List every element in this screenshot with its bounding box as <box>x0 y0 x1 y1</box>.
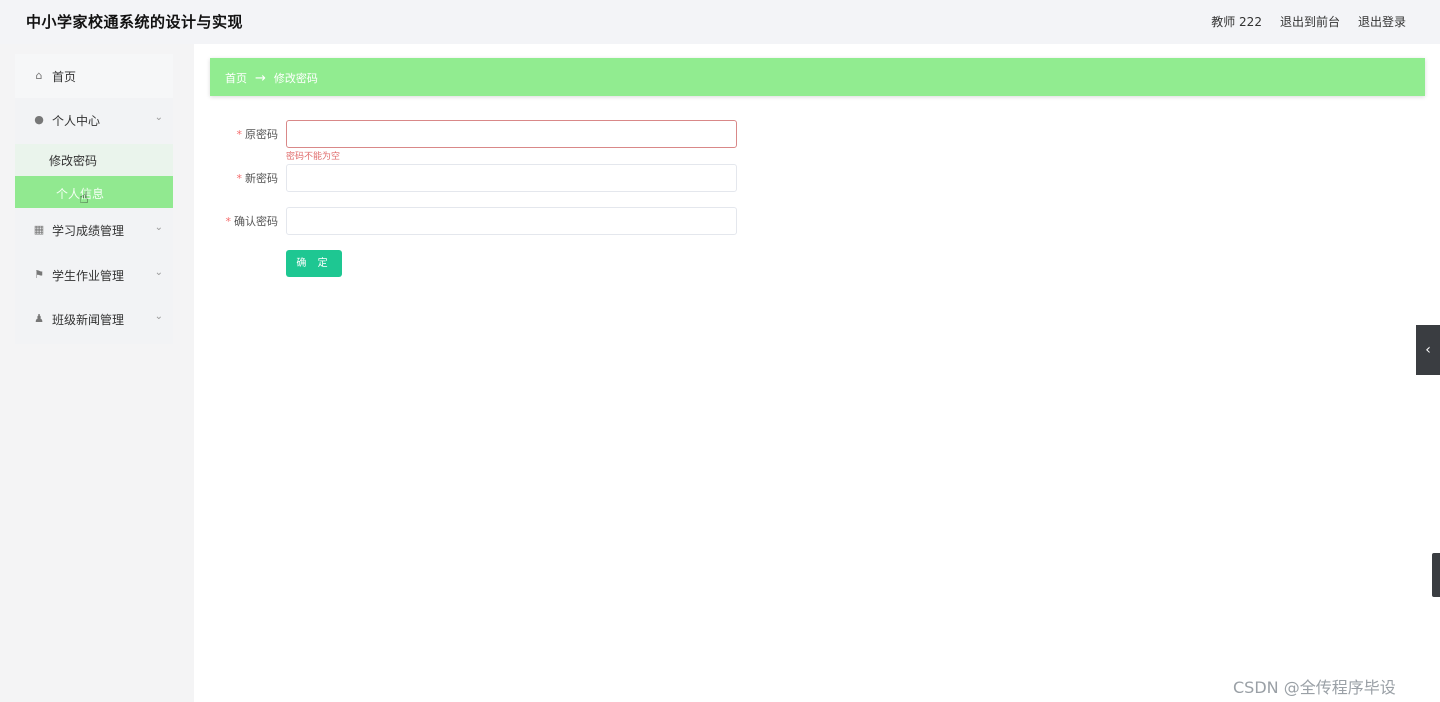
top-right-links: 教师 222 退出到前台 退出登录 <box>1211 13 1406 30</box>
home-icon: ⌂ <box>35 69 43 82</box>
flag-icon: ⚑ <box>34 268 44 281</box>
old-password-label-text: 原密码 <box>245 128 278 141</box>
user-icon: ● <box>34 113 44 126</box>
old-password-row: * 原密码 <box>194 120 279 148</box>
new-password-label: * 新密码 <box>237 170 279 186</box>
person-icon: ♟ <box>34 312 44 325</box>
sidebar-item-label: 个人中心 <box>52 114 101 128</box>
breadcrumb-home[interactable]: 首页 <box>225 70 247 86</box>
breadcrumb: 首页 → 修改密码 <box>210 58 1425 96</box>
breadcrumb-trail: 首页 → 修改密码 <box>225 70 318 86</box>
chevron-down-icon: ⌄ <box>154 311 163 322</box>
confirm-password-field[interactable] <box>286 207 737 235</box>
top-bar: 中小学家校通系统的设计与实现 教师 222 退出到前台 退出登录 <box>0 0 1440 44</box>
sidebar-item-grade-mgmt[interactable]: ▦ 学习成绩管理 ⌄ <box>15 208 173 252</box>
new-password-field[interactable] <box>286 164 737 192</box>
confirm-password-row: * 确认密码 <box>194 207 279 235</box>
watermark: CSDN @全传程序毕设 <box>1233 678 1396 697</box>
hand-cursor-icon: ☝ <box>79 188 89 207</box>
chevron-down-icon: ⌄ <box>154 112 163 123</box>
main-content: 首页 → 修改密码 * 原密码 密码不能为空 * 新密码 * 确认密码 确 定 <box>194 44 1440 702</box>
confirm-password-label-text: 确认密码 <box>234 215 278 228</box>
new-password-row: * 新密码 <box>194 164 279 192</box>
breadcrumb-current: 修改密码 <box>273 72 318 85</box>
side-tool-handle[interactable] <box>1432 553 1440 597</box>
sidebar-item-homework-mgmt[interactable]: ⚑ 学生作业管理 ⌄ <box>15 253 173 297</box>
required-mark: * <box>236 172 243 185</box>
required-mark: * <box>225 215 232 228</box>
sidebar: ⌂ 首页 ● 个人中心 ⌄ 修改密码 个人信息 ☝ ▦ 学习成绩管理 ⌄ ⚑ 学… <box>0 44 194 702</box>
confirm-password-label: * 确认密码 <box>226 213 279 229</box>
required-mark: * <box>236 128 243 141</box>
sidebar-item-personal-center[interactable]: ● 个人中心 ⌄ <box>15 98 173 142</box>
sidebar-item-label: 学习成绩管理 <box>52 224 125 238</box>
back-to-front-link[interactable]: 退出到前台 <box>1280 13 1340 30</box>
grid-icon: ▦ <box>33 223 45 236</box>
sidebar-item-news-mgmt[interactable]: ♟ 班级新闻管理 ⌄ <box>15 297 173 341</box>
logout-link[interactable]: 退出登录 <box>1358 13 1406 30</box>
chevron-down-icon: ⌄ <box>154 222 163 233</box>
sidebar-item-label: 班级新闻管理 <box>52 313 125 327</box>
sidebar-subitem-label: 修改密码 <box>49 154 98 168</box>
sidebar-item-home[interactable]: ⌂ 首页 <box>15 54 173 98</box>
new-password-label-text: 新密码 <box>245 172 278 185</box>
arrow-right-icon: → <box>255 70 266 86</box>
app-title: 中小学家校通系统的设计与实现 <box>26 13 244 31</box>
sidebar-subitem-personal-info[interactable]: 个人信息 ☝ <box>15 176 173 208</box>
sidebar-item-label: 首页 <box>52 70 77 84</box>
old-password-field[interactable] <box>286 120 737 148</box>
submit-button[interactable]: 确 定 <box>286 250 342 277</box>
sidebar-item-label: 学生作业管理 <box>52 269 125 283</box>
old-password-error: 密码不能为空 <box>286 152 341 162</box>
sidebar-menu: ⌂ 首页 ● 个人中心 ⌄ 修改密码 个人信息 ☝ ▦ 学习成绩管理 ⌄ ⚑ 学… <box>15 54 173 344</box>
chevron-left-icon[interactable]: ‹ <box>1416 325 1440 375</box>
user-name: 教师 222 <box>1211 15 1262 29</box>
chevron-down-icon: ⌄ <box>154 267 163 278</box>
old-password-label: * 原密码 <box>237 126 279 142</box>
sidebar-subitem-change-password[interactable]: 修改密码 <box>15 144 173 176</box>
